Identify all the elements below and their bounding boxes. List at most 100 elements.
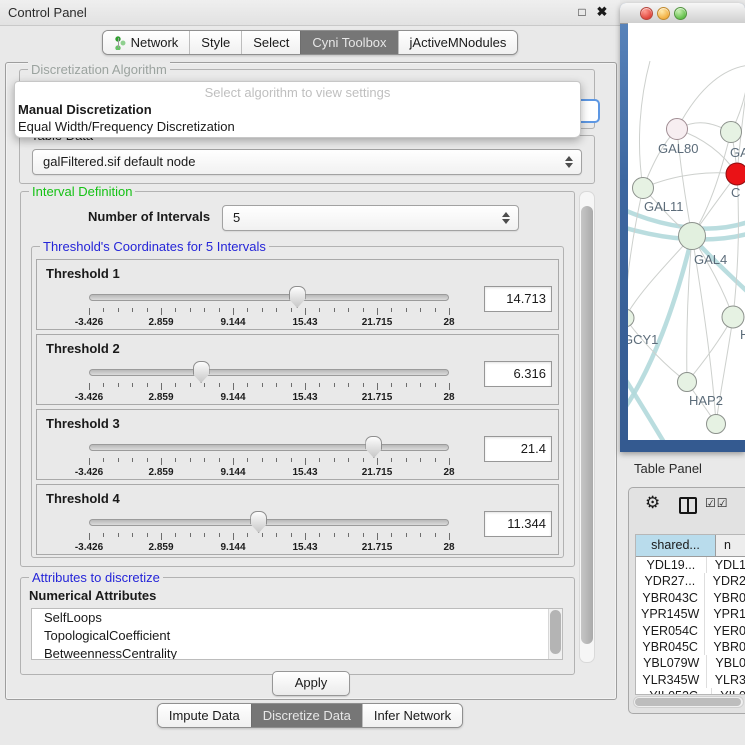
slider-tick-label: 15.43: [292, 317, 317, 328]
table-row[interactable]: YBR043CYBR0: [636, 590, 745, 606]
column-header[interactable]: shared...: [636, 535, 716, 556]
slider-tick: [190, 383, 191, 387]
cell-shared-name: YDR27...: [636, 573, 705, 589]
close-traffic-light-icon[interactable]: [640, 7, 653, 20]
tab-label: Infer Network: [374, 708, 451, 723]
slider-thumb[interactable]: [365, 436, 382, 458]
network-node[interactable]: [628, 309, 634, 327]
tab-infer-network[interactable]: Infer Network: [362, 704, 462, 727]
network-node-label: GAL80: [658, 141, 698, 156]
network-node[interactable]: [707, 415, 726, 434]
num-intervals-combobox[interactable]: 5: [222, 205, 519, 231]
slider-tick-label: 2.859: [148, 542, 173, 553]
zoom-traffic-light-icon[interactable]: [674, 7, 687, 20]
slider-tick: [132, 533, 133, 537]
threshold-label: Threshold 1: [46, 266, 120, 281]
slider-track[interactable]: [89, 519, 449, 526]
float-icon[interactable]: □: [574, 4, 590, 20]
cell-name: YBL0: [707, 655, 745, 671]
threshold-value-field[interactable]: 14.713: [484, 286, 552, 312]
threshold-value-field[interactable]: 21.4: [484, 436, 552, 462]
close-icon[interactable]: ✖: [594, 4, 610, 20]
slider-tick: [175, 458, 176, 462]
slider-tick: [190, 458, 191, 462]
table-data-group: Table Data galFiltered.sif default node: [19, 135, 595, 184]
horizontal-scrollbar[interactable]: [633, 696, 744, 708]
dropdown-prompt: Select algorithm to view settings: [15, 82, 580, 101]
table-row[interactable]: YBR045CYBR0: [636, 639, 745, 655]
threshold-panel-threshold-3: Threshold 3-3.4262.8599.14415.4321.71528…: [36, 409, 559, 480]
network-node-label: GAL4: [694, 252, 727, 267]
scrollbar-thumb[interactable]: [581, 206, 593, 644]
vertical-scrollbar[interactable]: [579, 191, 595, 663]
network-icon: [114, 36, 126, 50]
slider-tick: [247, 533, 248, 537]
slider-track[interactable]: [89, 369, 449, 376]
scrollbar-thumb[interactable]: [635, 698, 741, 706]
column-header[interactable]: n: [716, 535, 745, 556]
minimize-traffic-light-icon[interactable]: [657, 7, 670, 20]
threshold-value-field[interactable]: 6.316: [484, 361, 552, 387]
cell-shared-name: YBL079W: [636, 655, 707, 671]
tab-select[interactable]: Select: [241, 31, 300, 54]
tab-impute-data[interactable]: Impute Data: [158, 704, 251, 727]
tab-cyni-toolbox[interactable]: Cyni Toolbox: [300, 31, 397, 54]
slider-track[interactable]: [89, 444, 449, 451]
table-row[interactable]: YPR145WYPR1: [636, 606, 745, 622]
network-node[interactable]: [679, 223, 706, 250]
algorithm-option-manual-discretization[interactable]: Manual Discretization: [15, 101, 580, 118]
slider-tick: [118, 458, 119, 462]
tab-discretize-data[interactable]: Discretize Data: [251, 704, 362, 727]
table-row[interactable]: YLR345WYLR3: [636, 672, 745, 688]
table-row[interactable]: YDL19...YDL1: [636, 557, 745, 573]
network-node[interactable]: [726, 163, 745, 185]
threshold-value-field[interactable]: 11.344: [484, 511, 552, 537]
slider-tick: [319, 383, 320, 387]
columns-icon[interactable]: [679, 497, 697, 514]
tab-style[interactable]: Style: [189, 31, 241, 54]
table-row[interactable]: YDR27...YDR2: [636, 573, 745, 589]
select-all-checkboxes-icon[interactable]: ☑☑: [705, 496, 729, 510]
slider-tick: [118, 308, 119, 312]
algorithm-option-equal-width-frequency-discretization[interactable]: Equal Width/Frequency Discretization: [15, 118, 580, 135]
tab-label: Select: [253, 35, 289, 50]
table-row[interactable]: YBL079WYBL0: [636, 655, 745, 671]
slider-thumb[interactable]: [193, 361, 210, 383]
table-row[interactable]: YIL052CYIL0: [636, 688, 745, 695]
list-scrollbar[interactable]: [548, 609, 562, 659]
slider-tick: [363, 383, 364, 387]
tab-jactivemnodules[interactable]: jActiveMNodules: [398, 31, 518, 54]
network-node[interactable]: [721, 122, 742, 143]
slider-thumb[interactable]: [250, 511, 267, 533]
slider-tick: [348, 308, 349, 312]
network-node[interactable]: [678, 373, 697, 392]
slider-tick: [233, 458, 234, 465]
control-panel: Control Panel □ ✖ NetworkStyleSelectCyni…: [0, 0, 620, 745]
slider-tick: [147, 383, 148, 387]
gear-icon[interactable]: ⚙: [645, 493, 660, 513]
scrollbar-thumb[interactable]: [550, 610, 561, 654]
slider-thumb[interactable]: [289, 286, 306, 308]
table-data-combobox[interactable]: galFiltered.sif default node: [32, 149, 582, 175]
tab-network[interactable]: Network: [103, 31, 190, 54]
slider-tick-label: -3.426: [75, 467, 103, 478]
table-panel-window: ⚙ ☑☑ shared... n YDL19...YDL1YDR27...YDR…: [628, 487, 745, 714]
cell-shared-name: YBR043C: [636, 590, 705, 606]
network-node[interactable]: [722, 306, 744, 328]
slider-track[interactable]: [89, 294, 449, 301]
slider-tick: [204, 308, 205, 312]
apply-button[interactable]: Apply: [272, 671, 350, 696]
slider-tick: [348, 383, 349, 387]
attribute-item-selfloops[interactable]: SelfLoops: [32, 609, 562, 627]
slider-tick: [449, 458, 450, 465]
network-node[interactable]: [633, 178, 654, 199]
table-row[interactable]: YER054CYER0: [636, 623, 745, 639]
attribute-item-betweennesscentrality[interactable]: BetweennessCentrality: [32, 645, 562, 660]
slider-tick-label: 9.144: [220, 467, 245, 478]
network-canvas[interactable]: GAL80GACGAL11GAL4HGCY1HAP2: [628, 23, 745, 440]
tab-label: Impute Data: [169, 708, 240, 723]
attribute-item-topologicalcoefficient[interactable]: TopologicalCoefficient: [32, 627, 562, 645]
cell-name: YDR2: [705, 573, 745, 589]
network-node[interactable]: [667, 119, 688, 140]
slider-tick: [348, 458, 349, 462]
